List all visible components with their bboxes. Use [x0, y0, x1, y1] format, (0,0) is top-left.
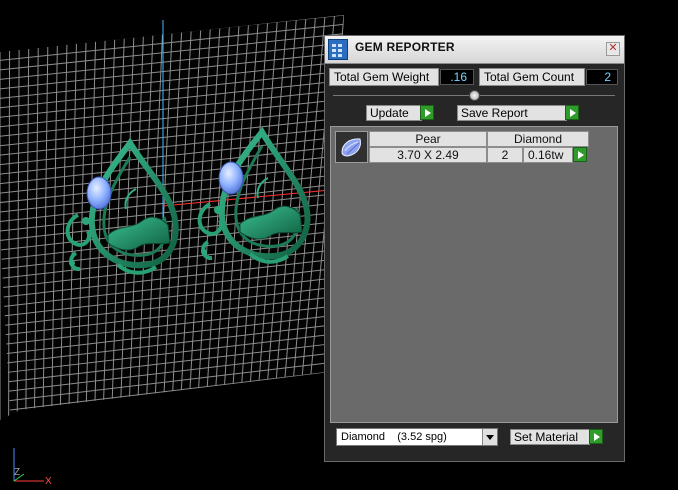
close-icon: ✕	[608, 42, 618, 54]
chevron-down-icon[interactable]	[482, 429, 497, 445]
gem-size-cell: 3.70 X 2.49	[369, 147, 487, 163]
update-button-label: Update	[370, 106, 409, 120]
window-title: GEM REPORTER	[355, 40, 455, 54]
pear-gem-right[interactable]	[218, 161, 244, 195]
axis-gizmo: Z X	[13, 448, 52, 487]
total-gem-weight-label: Total Gem Weight	[329, 68, 439, 86]
gem-shape-cell: Pear	[369, 131, 487, 147]
pear-gem-icon	[341, 138, 361, 157]
gem-reporter-app-icon	[328, 39, 348, 60]
save-report-label: Save Report	[461, 106, 528, 120]
save-report-button[interactable]: Save Report	[457, 105, 567, 121]
axis-x-label: X	[45, 476, 52, 487]
total-gem-count-value: 2	[586, 69, 618, 85]
divider-knob[interactable]	[469, 90, 480, 101]
pear-gem-left[interactable]	[86, 176, 112, 210]
axis-z-label: Z	[14, 467, 20, 478]
gem-weight-cell: 0.16tw	[523, 147, 573, 163]
gem-material-cell: Diamond	[487, 131, 589, 147]
gem-count-cell: 2	[487, 147, 523, 163]
gem-thumbnail[interactable]	[335, 131, 368, 163]
set-material-arrow-icon[interactable]	[589, 429, 603, 444]
material-dropdown-value: Diamond (3.52 spg)	[341, 431, 447, 443]
gem-reporter-panel: GEM REPORTER ✕ Total Gem Weight .16 Tota…	[324, 35, 625, 462]
title-bar[interactable]: GEM REPORTER ✕	[325, 36, 624, 64]
close-button[interactable]: ✕	[606, 42, 620, 56]
update-arrow-icon[interactable]	[420, 105, 434, 120]
gem-list[interactable]: Pear Diamond 3.70 X 2.49 2 0.16tw	[330, 126, 618, 423]
save-report-arrow-icon[interactable]	[565, 105, 579, 120]
total-gem-count-label: Total Gem Count	[479, 68, 585, 86]
update-button[interactable]: Update	[366, 105, 422, 121]
set-material-button[interactable]: Set Material	[510, 429, 590, 445]
total-gem-weight-value: .16	[440, 69, 474, 85]
material-dropdown[interactable]: Diamond (3.52 spg)	[336, 428, 498, 446]
gem-row-arrow-icon[interactable]	[573, 147, 587, 162]
set-material-label: Set Material	[514, 430, 579, 444]
